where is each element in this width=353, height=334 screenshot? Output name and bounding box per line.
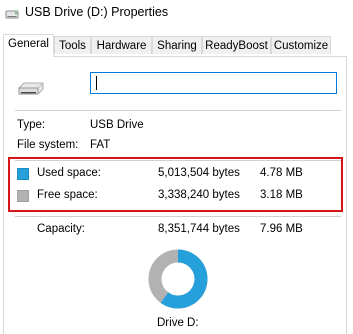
properties-window: USB Drive (D:) Properties General Tools … — [0, 0, 353, 334]
drive-name-input[interactable] — [90, 72, 337, 94]
drive-properties-icon — [5, 10, 19, 19]
tab-general[interactable]: General — [3, 34, 54, 57]
file-system-value: FAT — [90, 139, 111, 151]
text-caret — [96, 76, 97, 90]
type-label: Type: — [17, 119, 46, 131]
window-title: USB Drive (D:) Properties — [25, 5, 169, 19]
tab-sharing[interactable]: Sharing — [152, 36, 202, 54]
capacity-label: Capacity: — [37, 223, 85, 235]
type-value: USB Drive — [90, 119, 144, 131]
separator — [15, 216, 341, 217]
highlight-box — [8, 157, 343, 212]
disk-usage-donut — [148, 249, 208, 309]
file-system-label: File system: — [17, 139, 79, 151]
separator — [15, 110, 341, 111]
tab-readyboost[interactable]: ReadyBoost — [202, 36, 271, 54]
capacity-size: 7.96 MB — [260, 223, 303, 235]
tab-customize[interactable]: Customize — [271, 36, 331, 54]
title-bar[interactable]: USB Drive (D:) Properties — [0, 0, 353, 28]
capacity-bytes: 8,351,744 bytes — [158, 223, 240, 235]
tab-hardware[interactable]: Hardware — [91, 36, 152, 54]
tab-strip: General Tools Hardware Sharing ReadyBoos… — [0, 34, 353, 57]
drive-caption: Drive D: — [157, 317, 199, 329]
tab-tools[interactable]: Tools — [54, 36, 91, 54]
usb-drive-icon — [18, 82, 44, 95]
